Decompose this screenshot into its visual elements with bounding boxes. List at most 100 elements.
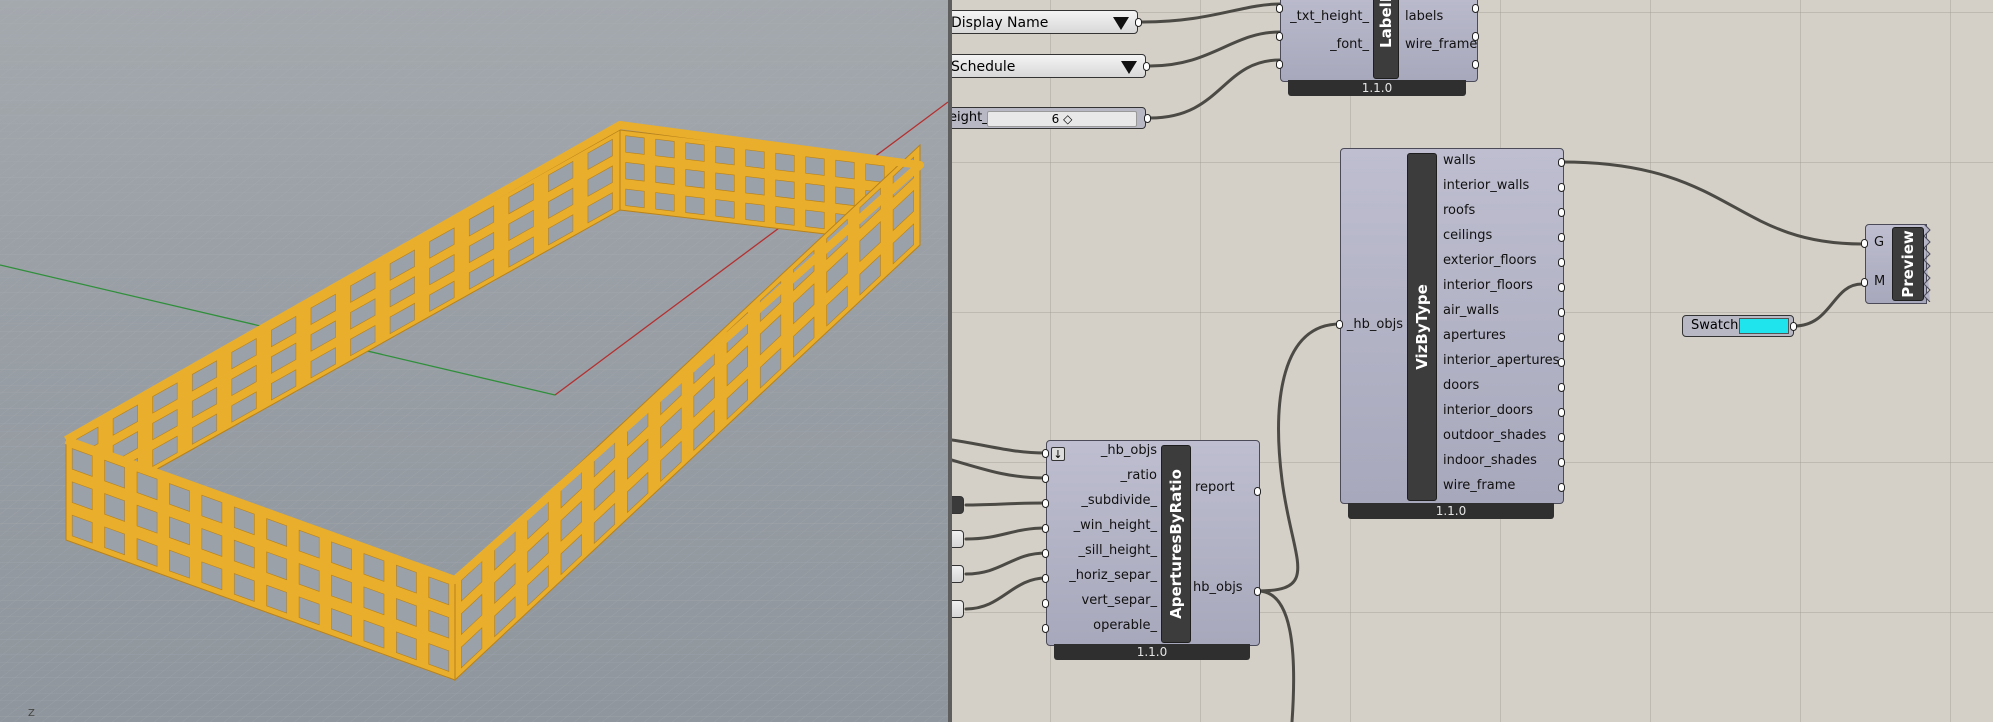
wire-in-hb-objs[interactable] bbox=[952, 438, 1048, 455]
viz-output-grip-9[interactable] bbox=[1558, 383, 1565, 392]
perspective-view bbox=[0, 0, 948, 722]
apertures-output-hb-objs: hb_objs bbox=[1193, 580, 1243, 595]
axis-z-label: Z bbox=[28, 708, 35, 719]
display-name-dropdown[interactable]: Display Name bbox=[952, 10, 1138, 34]
label-rooms-output-grip-2[interactable] bbox=[1472, 60, 1479, 69]
schedule-dropdown[interactable]: Schedule bbox=[952, 54, 1146, 78]
preview-title-strip[interactable]: Preview bbox=[1892, 227, 1924, 301]
height-slider-output-grip[interactable] bbox=[1144, 114, 1151, 123]
apertures-input-4: _sill_height_ bbox=[1078, 543, 1157, 558]
viz-output-grip-8[interactable] bbox=[1558, 358, 1565, 367]
label-rooms-title-strip[interactable]: LabelRoo bbox=[1373, 0, 1399, 79]
wire-slider-font[interactable] bbox=[1148, 58, 1282, 120]
viz-output-grip-6[interactable] bbox=[1558, 308, 1565, 317]
input-stub-slider-1[interactable] bbox=[952, 530, 964, 548]
viz-by-type-component[interactable]: VizByType _hb_objs walls interior_walls roo… bbox=[1340, 148, 1564, 504]
display-name-value: Display Name bbox=[952, 15, 1049, 31]
viz-output-grip-11[interactable] bbox=[1558, 433, 1565, 442]
apertures-report-grip[interactable] bbox=[1254, 487, 1261, 496]
chevron-down-icon[interactable] bbox=[1113, 17, 1129, 30]
rhino-viewport[interactable]: Z bbox=[0, 0, 948, 722]
viz-output-grip-1[interactable] bbox=[1558, 183, 1565, 192]
viz-output-apertures: apertures bbox=[1443, 328, 1506, 343]
apertures-input-grip-1[interactable] bbox=[1042, 474, 1049, 483]
preview-input-m: M bbox=[1874, 274, 1886, 289]
label-rooms-input-grip-2[interactable] bbox=[1276, 60, 1283, 69]
apertures-input-grip-2[interactable] bbox=[1042, 499, 1049, 508]
apertures-input-6: vert_separ_ bbox=[1081, 593, 1157, 608]
label-rooms-input-grip-1[interactable] bbox=[1276, 32, 1283, 41]
preview-input-g: G bbox=[1874, 235, 1885, 250]
wire-hb-objs-vizbytype[interactable] bbox=[1256, 322, 1342, 593]
viz-output-grip-4[interactable] bbox=[1558, 258, 1565, 267]
flatten-arrow-icon[interactable]: ↓ bbox=[1051, 447, 1065, 461]
grasshopper-canvas[interactable]: Display Name Schedule eight_ 6 ◇ LabelRo… bbox=[952, 0, 1993, 722]
label-rooms-input-2: _font_ bbox=[1330, 37, 1369, 52]
viz-output-indoor-shades: indoor_shades bbox=[1443, 453, 1537, 468]
label-rooms-output-grip-1[interactable] bbox=[1472, 32, 1479, 41]
apertures-by-ratio-component[interactable]: AperturesByRatio ↓ _hb_objs _ratio _subdiv… bbox=[1046, 440, 1260, 646]
input-stub-slider-2[interactable] bbox=[952, 565, 964, 583]
height-slider-value: 6 bbox=[1051, 112, 1060, 126]
viz-output-grip-10[interactable] bbox=[1558, 408, 1565, 417]
viz-output-roofs: roofs bbox=[1443, 203, 1476, 218]
label-rooms-component[interactable]: LabelRoo _attribute__txt_height__font_ba… bbox=[1280, 0, 1478, 82]
swatch-output-grip[interactable] bbox=[1790, 322, 1797, 331]
viz-output-grip-12[interactable] bbox=[1558, 458, 1565, 467]
wire-in-sill-height[interactable] bbox=[964, 551, 1048, 576]
colour-swatch[interactable]: Swatch bbox=[1682, 315, 1794, 337]
wire-in-subdivide[interactable] bbox=[964, 501, 1048, 507]
label-rooms-output-grip-0[interactable] bbox=[1472, 4, 1479, 13]
label-rooms-input-grip-0[interactable] bbox=[1276, 4, 1283, 13]
viz-by-type-title-strip[interactable]: VizByType bbox=[1407, 153, 1437, 501]
apertures-input-grip-0[interactable] bbox=[1042, 449, 1049, 458]
wire-schedule[interactable] bbox=[1148, 30, 1282, 68]
viz-output-grip-3[interactable] bbox=[1558, 233, 1565, 242]
apertures-input-grip-7[interactable] bbox=[1042, 624, 1049, 633]
viz-output-doors: doors bbox=[1443, 378, 1480, 393]
height-slider-track[interactable]: 6 ◇ bbox=[987, 111, 1137, 127]
apertures-input-grip-5[interactable] bbox=[1042, 574, 1049, 583]
apertures-by-ratio-name: AperturesByRatio bbox=[1167, 469, 1185, 619]
slider-knob-icon[interactable]: ◇ bbox=[1063, 112, 1072, 126]
swatch-color[interactable] bbox=[1739, 318, 1789, 334]
apertures-input-2: _subdivide_ bbox=[1081, 493, 1157, 508]
wire-swatch-preview[interactable] bbox=[1792, 282, 1864, 328]
height-slider[interactable]: eight_ 6 ◇ bbox=[952, 107, 1146, 129]
wire-hb-objs-down[interactable] bbox=[1256, 589, 1296, 722]
apertures-input-7: operable_ bbox=[1093, 618, 1157, 633]
preview-name: Preview bbox=[1899, 230, 1917, 298]
apertures-input-1: _ratio bbox=[1120, 468, 1157, 483]
schedule-output-grip[interactable] bbox=[1143, 62, 1150, 71]
viz-output-grip-2[interactable] bbox=[1558, 208, 1565, 217]
viz-by-type-input-grip[interactable] bbox=[1336, 320, 1343, 329]
preview-g-grip[interactable] bbox=[1861, 239, 1868, 248]
display-name-output-grip[interactable] bbox=[1135, 18, 1142, 27]
apertures-input-grip-4[interactable] bbox=[1042, 549, 1049, 558]
viz-output-grip-13[interactable] bbox=[1558, 483, 1565, 492]
viz-output-interior-doors: interior_doors bbox=[1443, 403, 1533, 418]
apertures-hb-objs-grip[interactable] bbox=[1254, 587, 1261, 596]
apertures-input-grip-6[interactable] bbox=[1042, 599, 1049, 608]
apertures-input-5: _horiz_separ_ bbox=[1069, 568, 1157, 583]
viz-output-grip-7[interactable] bbox=[1558, 333, 1565, 342]
wire-display-name[interactable] bbox=[1140, 2, 1282, 24]
swatch-label: Swatch bbox=[1691, 318, 1739, 333]
apertures-by-ratio-title-strip[interactable]: AperturesByRatio bbox=[1161, 445, 1191, 643]
input-stub-toggle[interactable] bbox=[952, 496, 964, 514]
label-rooms-version: 1.1.0 bbox=[1288, 80, 1466, 96]
viz-output-grip-5[interactable] bbox=[1558, 283, 1565, 292]
preview-m-grip[interactable] bbox=[1861, 278, 1868, 287]
wire-in-win-height[interactable] bbox=[964, 526, 1048, 541]
apertures-input-grip-3[interactable] bbox=[1042, 524, 1049, 533]
wire-walls-preview[interactable] bbox=[1560, 160, 1864, 246]
viz-output-grip-0[interactable] bbox=[1558, 158, 1565, 167]
chevron-down-icon[interactable] bbox=[1121, 61, 1137, 74]
viz-by-type-version: 1.1.0 bbox=[1348, 503, 1554, 519]
wire-in-ratio[interactable] bbox=[952, 458, 1048, 480]
wire-in-horiz-separ[interactable] bbox=[964, 576, 1048, 611]
custom-preview-component[interactable]: Preview G M bbox=[1865, 224, 1927, 304]
input-stub-slider-3[interactable] bbox=[952, 600, 964, 618]
viz-output-outdoor-shades: outdoor_shades bbox=[1443, 428, 1547, 443]
viz-by-type-name: VizByType bbox=[1413, 284, 1431, 370]
